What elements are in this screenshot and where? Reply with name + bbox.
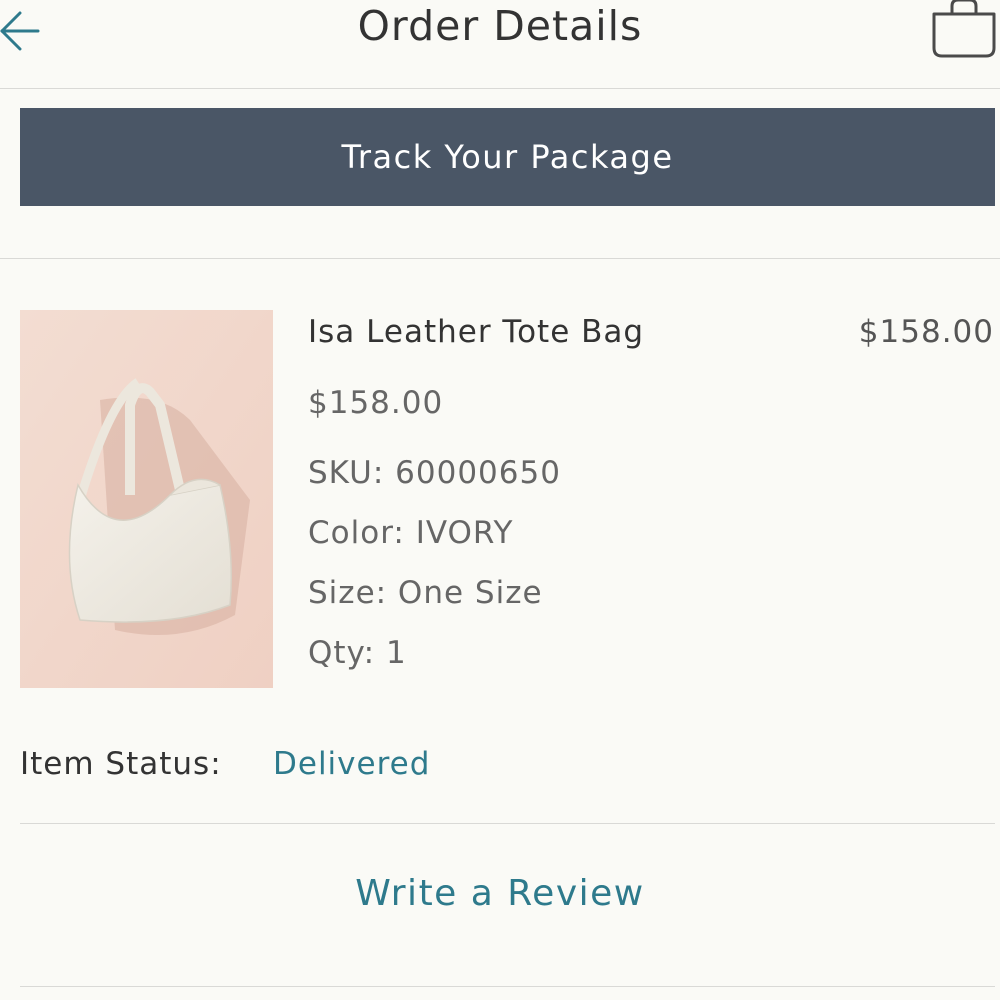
order-details-screen: Order Details Track Your Package Isa Lea… [0, 0, 1000, 1000]
product-total-price: $158.00 [858, 314, 994, 350]
write-review-link[interactable]: Write a Review [0, 868, 1000, 920]
product-quantity: Qty: 1 [308, 635, 407, 671]
page-title: Order Details [357, 2, 643, 50]
product-name[interactable]: Isa Leather Tote Bag [308, 310, 644, 354]
product-color: Color: IVORY [308, 515, 514, 551]
product-sku: SKU: 60000650 [308, 455, 561, 491]
shopping-bag-icon [932, 0, 996, 58]
item-status-label: Item Status: [20, 746, 222, 782]
divider [20, 823, 995, 824]
product-size: Size: One Size [308, 575, 543, 611]
product-image[interactable] [20, 310, 273, 688]
product-price: $158.00 [308, 385, 444, 421]
header-bar: Order Details [0, 0, 1000, 89]
item-status-value: Delivered [273, 746, 431, 782]
track-package-button[interactable]: Track Your Package [20, 108, 995, 206]
shopping-bag-button[interactable] [928, 0, 1000, 60]
divider [0, 258, 1000, 259]
divider [20, 986, 995, 987]
